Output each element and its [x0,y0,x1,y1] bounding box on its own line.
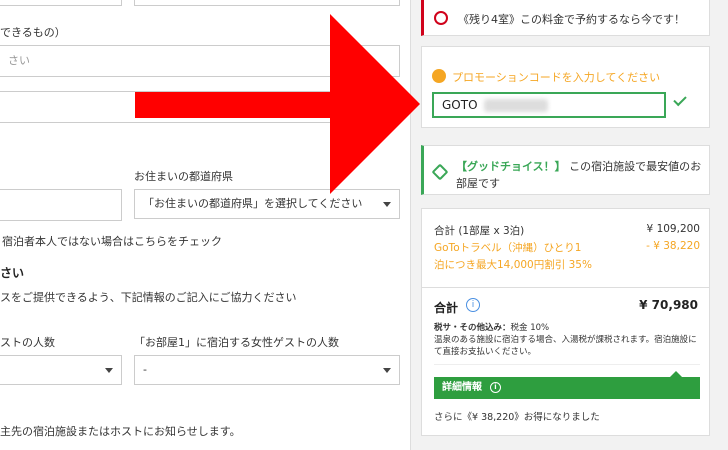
total-label: 合計 [434,301,459,315]
subtotal-label: 合計 (1部屋 x 3泊) [434,225,525,237]
alert-icon [434,11,448,25]
female-guest-label: 「お部屋1」に宿泊する女性ゲストの人数 [134,336,339,349]
discount-line2: 泊につき最大14,000円割引 35% [434,259,592,271]
field-label-partial: できるもの） [0,26,66,39]
good-choice-highlight: 【グッドチョイス！】 [456,160,566,173]
prefecture-select[interactable]: 「お住まいの都道府県」を選択してください [134,189,400,219]
promo-code-label: プロモーションコードを入力してください [452,71,661,84]
details-toggle-button[interactable]: 詳細情報 i [434,377,700,399]
female-guest-select[interactable]: - [134,355,400,385]
city-input[interactable] [0,189,122,221]
blurred-code-mask [484,99,548,112]
discount-line1: GoToトラベル（沖縄）ひとり1 [434,242,582,254]
coupon-icon [432,69,446,83]
female-guest-select-value: - [143,363,147,376]
text-input-partial[interactable]: さい [0,45,400,77]
male-guest-label: ストの人数 [0,336,55,349]
non-guest-checkbox-label[interactable]: 宿泊者本人ではない場合はこちらをチェック [2,233,222,249]
rooms-left-warning: 《残り4室》この料金で予約するなら今です！ [421,0,710,36]
good-choice-banner: 【グッドチョイス！】 この宿泊施設で最安値のお部屋です [421,145,710,195]
tax-note: 温泉のある施設に宿泊する場合、入湯税が課税されます。宿泊施設にて直接お支払いくだ… [434,335,697,357]
chevron-down-icon [105,368,113,373]
subtotal-value: ¥ 109,200 [646,223,700,235]
promo-code-card: プロモーションコードを入力してください [421,46,710,128]
separator [422,287,709,288]
booking-form: できるもの） さい お住まいの都道府県 「お住まいの都道府県」を選択してください… [0,0,410,450]
discount-value: - ¥ 38,220 [646,240,700,252]
top-field-right[interactable] [134,0,400,6]
info-icon[interactable]: i [466,298,480,312]
total-value: ¥ 70,980 [639,298,698,312]
subtotal-row: 合計 (1部屋 x 3泊) ¥ 109,200 [434,223,700,238]
promo-code-input[interactable] [432,92,666,118]
good-choice-text: 【グッドチョイス！】 この宿泊施設で最安値のお部屋です [456,158,706,192]
text-input-blank[interactable] [0,91,400,123]
tax-rate: 税金 10% [510,323,550,333]
savings-text: さらに《¥ 38,220》お得になりました [434,412,600,423]
prefecture-label: お住まいの都道府県 [134,170,233,183]
details-label: 詳細情報 [442,382,482,393]
chevron-down-icon [383,368,391,373]
check-icon [673,92,687,107]
section-description: スをご提供できるよう、下記情報のご記入にご協力ください [0,291,297,304]
tax-info: 税サ・その他込み：税金 10% 温泉のある施設に宿泊する場合、入湯税が課税されま… [434,322,700,358]
footer-note: 主先の宿泊施設またはホストにお知らせします。 [0,425,241,438]
discount-row: GoToトラベル（沖縄）ひとり1 - ¥ 38,220 [434,240,700,255]
warning-text: 《残り4室》この料金で予約するなら今です！ [458,13,685,26]
section-title: さい [0,266,25,280]
price-summary-card: 合計 (1部屋 x 3泊) ¥ 109,200 GoToトラベル（沖縄）ひとり1… [421,208,710,436]
tag-icon [431,163,449,181]
male-guest-select[interactable] [0,355,122,385]
info-icon: i [490,381,501,393]
prefecture-select-value: 「お住まいの都道府県」を選択してください [143,197,363,210]
tax-title: 税サ・その他込み： [434,323,511,333]
divider-line [434,364,700,365]
top-field-left[interactable] [0,0,122,6]
booking-summary-panel: 《残り4室》この料金で予約するなら今です！ プロモーションコードを入力してくださ… [411,0,728,450]
discount-row-2: 泊につき最大14,000円割引 35% [434,257,700,272]
chevron-down-icon [383,202,391,207]
